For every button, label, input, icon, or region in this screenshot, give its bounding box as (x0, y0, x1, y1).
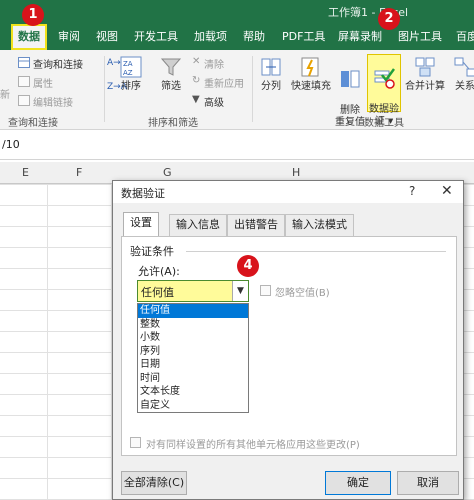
flash-fill-icon (301, 57, 319, 77)
ribbon: 新 查询和连接 属性 编辑链接 查询和连接 A→Z Z→A ZA AZ 排序 筛选… (0, 50, 474, 130)
svg-text:ZA: ZA (123, 60, 133, 68)
tab-pdf-tools[interactable]: PDF工具 (282, 24, 325, 50)
filter-label: 筛选 (161, 81, 181, 92)
column-header-h[interactable]: H (292, 166, 300, 179)
tab-settings[interactable]: 设置 (123, 212, 159, 237)
help-button[interactable]: ? (409, 184, 415, 198)
group-label-data-tools: 数据工具 (364, 118, 404, 129)
chevron-down-icon[interactable]: ▼ (232, 281, 248, 301)
flash-fill-label: 快速填充 (291, 81, 331, 92)
ignore-blank-label: 忽略空值(B) (275, 288, 330, 299)
column-header-f[interactable]: F (76, 166, 82, 179)
consolidate-label: 合并计算 (405, 81, 445, 92)
list-item[interactable]: 自定义 (138, 399, 248, 413)
clear-all-button[interactable]: 全部清除(C) (121, 471, 187, 495)
tab-picture-tools[interactable]: 图片工具 (398, 24, 442, 50)
list-item[interactable]: 序列 (138, 345, 248, 359)
tab-view[interactable]: 视图 (96, 24, 118, 50)
formula-bar[interactable]: /10 (0, 130, 474, 160)
tab-screen-record[interactable]: 屏幕录制 (338, 24, 382, 50)
sort-button[interactable]: ZA AZ 排序 (116, 56, 146, 93)
list-item[interactable]: 整数 (138, 318, 248, 332)
query-connections-label: 查询和连接 (33, 60, 83, 71)
annotation-marker-2: 2 (378, 8, 400, 30)
text-to-columns-icon (261, 58, 281, 76)
ribbon-cut-label: 新 (0, 90, 10, 101)
tab-error-alert[interactable]: 出错警告 (227, 214, 285, 236)
annotation-marker-1: 1 (22, 4, 44, 26)
tab-review[interactable]: 审阅 (58, 24, 80, 50)
remove-duplicates-label: 删除 重复值 (335, 105, 365, 128)
settings-panel: 验证条件 允许(A): 任何值 ▼ 忽略空值(B) 任何值 整数 小数 序列 日… (121, 236, 457, 456)
consolidate-button[interactable]: 合并计算 (402, 56, 448, 93)
dialog-title-bar: 数据验证 ? ✕ (113, 181, 463, 203)
data-validation-dialog: 数据验证 ? ✕ 设置 输入信息 出错警告 输入法模式 验证条件 允许(A): … (112, 180, 464, 500)
close-icon[interactable]: ✕ (441, 183, 453, 199)
filter-funnel-icon (160, 58, 182, 76)
text-to-columns-label: 分列 (261, 81, 281, 92)
column-header-g[interactable]: G (163, 166, 172, 179)
validation-criteria-heading: 验证条件 (130, 245, 174, 258)
edit-links-icon (18, 95, 30, 106)
query-icon (18, 57, 30, 68)
ok-button[interactable]: 确定 (325, 471, 391, 495)
list-item[interactable]: 文本长度 (138, 385, 248, 399)
advanced-icon: ▼ (192, 94, 200, 105)
group-label-query: 查询和连接 (8, 118, 58, 129)
sort-icon: ZAAZ (120, 56, 142, 78)
tab-input-message[interactable]: 输入信息 (169, 214, 227, 236)
allow-dropdown[interactable]: 任何值 ▼ (137, 280, 249, 302)
reapply-icon: ↻ (192, 75, 201, 86)
list-item[interactable]: 任何值 (138, 304, 248, 318)
list-item[interactable]: 日期 (138, 358, 248, 372)
properties-icon (18, 76, 30, 87)
list-item[interactable]: 小数 (138, 331, 248, 345)
text-to-columns-button[interactable]: 分列 (256, 56, 286, 93)
tab-help[interactable]: 帮助 (243, 24, 265, 50)
dialog-title: 数据验证 (121, 187, 165, 200)
properties-label: 属性 (33, 79, 53, 90)
separator (252, 56, 253, 122)
clear-label: 清除 (204, 60, 224, 71)
annotation-marker-4: 4 (237, 255, 259, 277)
relationships-icon (454, 57, 474, 77)
ribbon-tabs: 数据 审阅 视图 开发工具 加载项 帮助 PDF工具 屏幕录制 图片工具 百度 (0, 24, 474, 50)
tab-ime-mode[interactable]: 输入法模式 (285, 214, 354, 236)
tab-data[interactable]: 数据 (11, 24, 47, 50)
allow-label: 允许(A): (138, 265, 180, 278)
relationships-button[interactable]: 关系 (450, 56, 474, 93)
tab-addins[interactable]: 加载项 (194, 24, 227, 50)
remove-duplicates-button[interactable]: 删除 重复值 (334, 56, 366, 129)
advanced-label: 高级 (204, 98, 224, 109)
list-item[interactable]: 时间 (138, 372, 248, 386)
formula-text: /10 (2, 138, 20, 151)
cancel-button[interactable]: 取消 (397, 471, 459, 495)
group-label-sort-filter: 排序和筛选 (148, 118, 198, 129)
tab-baidu[interactable]: 百度 (456, 24, 474, 50)
ignore-blank-checkbox[interactable] (260, 285, 271, 296)
sort-label: 排序 (121, 81, 141, 92)
title-bar: 工作簿1 - Excel (0, 0, 474, 24)
reapply-label: 重新应用 (204, 79, 244, 90)
tab-developer[interactable]: 开发工具 (134, 24, 178, 50)
relationships-label: 关系 (455, 81, 474, 92)
apply-to-all-label: 对有同样设置的所有其他单元格应用这些更改(P) (146, 440, 360, 451)
data-validation-button[interactable]: 数据验 证 ▾ (367, 54, 401, 127)
allow-dropdown-value: 任何值 (141, 286, 174, 299)
remove-duplicates-icon (341, 70, 360, 88)
data-validation-icon (374, 68, 395, 89)
edit-links-label: 编辑链接 (33, 98, 73, 109)
apply-to-all-checkbox[interactable] (130, 437, 141, 448)
separator (104, 56, 105, 122)
clear-icon: ✕ (192, 56, 201, 67)
consolidate-icon (415, 57, 435, 77)
column-header-e[interactable]: E (22, 166, 29, 179)
allow-options-list[interactable]: 任何值 整数 小数 序列 日期 时间 文本长度 自定义 (137, 303, 249, 413)
section-divider (186, 251, 446, 252)
svg-text:AZ: AZ (123, 69, 133, 77)
filter-button[interactable]: 筛选 (156, 56, 186, 93)
flash-fill-button[interactable]: 快速填充 (288, 56, 334, 93)
